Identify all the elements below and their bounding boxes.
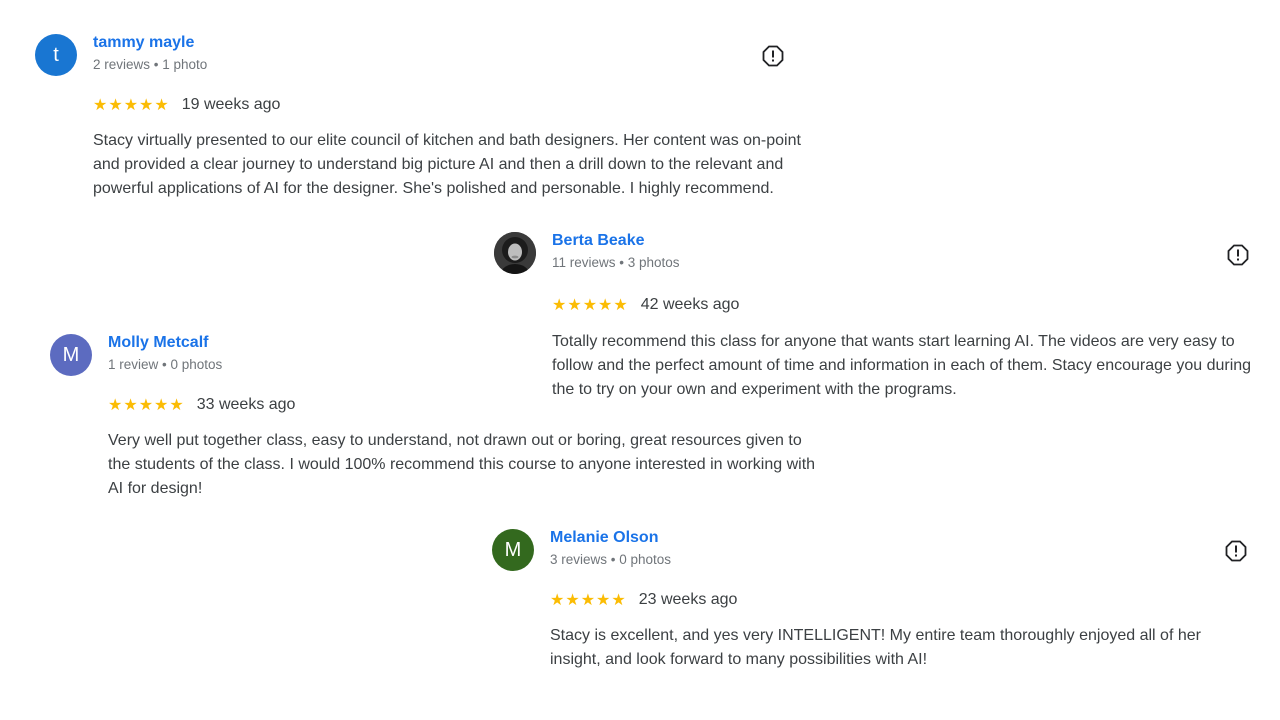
avatar[interactable]	[494, 232, 536, 274]
star-rating: ★★★★★	[550, 592, 627, 609]
review-text: Stacy is excellent, and yes very INTELLI…	[550, 627, 1201, 668]
reviewer-name[interactable]: Melanie Olson	[550, 529, 658, 547]
reviewer-meta: 11 reviews • 3 photos	[552, 255, 680, 270]
reviewer-name[interactable]: Molly Metcalf	[108, 334, 208, 352]
review-date: 42 weeks ago	[640, 296, 740, 313]
avatar-letter: M	[504, 538, 522, 561]
avatar-letter: M	[62, 343, 80, 366]
profile-photo-icon	[494, 232, 536, 274]
rating-row: ★★★★★ 23 weeks ago	[550, 590, 737, 610]
review-card: t tammy mayle 2 reviews • 1 photo ★★★★★ …	[35, 34, 815, 229]
reviewer-meta: 3 reviews • 0 photos	[550, 552, 672, 567]
reviewer-meta: 1 review • 0 photos	[108, 357, 223, 372]
review-date: 23 weeks ago	[638, 591, 738, 608]
review-date: 19 weeks ago	[181, 96, 281, 113]
report-flag-icon[interactable]	[1225, 540, 1247, 562]
rating-row: ★★★★★ 33 weeks ago	[108, 395, 295, 415]
review-date: 33 weeks ago	[196, 396, 296, 413]
star-rating: ★★★★★	[93, 97, 170, 114]
star-rating: ★★★★★	[552, 297, 629, 314]
report-flag-icon[interactable]	[762, 45, 784, 67]
avatar[interactable]: t	[35, 34, 77, 76]
report-flag-icon[interactable]	[1227, 244, 1249, 266]
review-card: M Melanie Olson 3 reviews • 0 photos ★★★…	[492, 529, 1264, 679]
star-rating: ★★★★★	[108, 397, 185, 414]
reviewer-meta: 2 reviews • 1 photo	[93, 57, 208, 72]
review-text: Stacy virtually presented to our elite c…	[93, 132, 801, 197]
reviewer-name[interactable]: tammy mayle	[93, 34, 194, 52]
rating-row: ★★★★★ 42 weeks ago	[552, 295, 739, 315]
review-text: Very well put together class, easy to un…	[108, 432, 816, 497]
avatar-letter: t	[53, 43, 59, 66]
reviewer-name[interactable]: Berta Beake	[552, 232, 645, 250]
rating-row: ★★★★★ 19 weeks ago	[93, 95, 280, 115]
avatar[interactable]: M	[492, 529, 534, 571]
avatar[interactable]: M	[50, 334, 92, 376]
review-card: M Molly Metcalf 1 review • 0 photos ★★★★…	[50, 334, 820, 509]
